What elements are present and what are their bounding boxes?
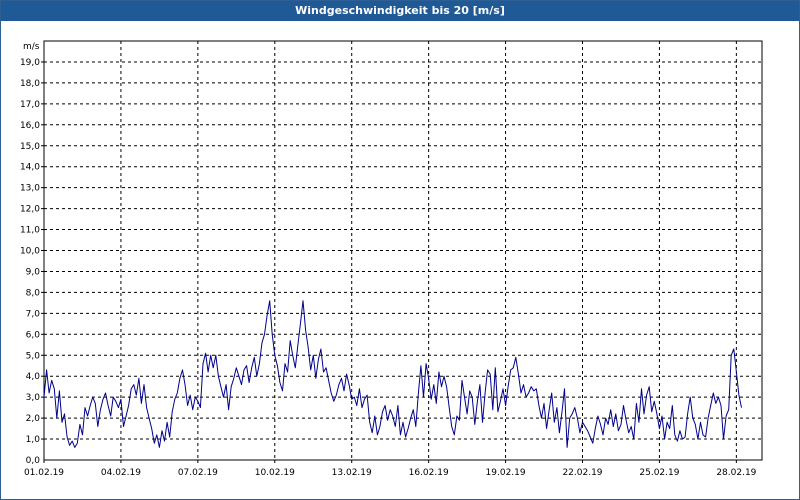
x-tick-label: 07.02.19: [178, 468, 218, 478]
x-tick-label: 19.02.19: [486, 468, 526, 478]
y-tick-label: 9,0: [26, 267, 41, 277]
x-tick-label: 16.02.19: [409, 468, 449, 478]
y-tick-label: 0,0: [26, 456, 41, 466]
y-tick-label: 17,0: [20, 100, 40, 110]
chart-window: Windgeschwindigkeit bis 20 [m/s] 1,0 2,0 3…: [0, 0, 800, 500]
y-tick-label: 7,0: [26, 309, 41, 319]
plot-area: [43, 40, 763, 461]
y-tick-label: 19,0: [20, 58, 40, 68]
y-tick-label: 13,0: [20, 184, 40, 194]
y-tick-label: 3,0: [26, 393, 41, 403]
wind-speed-chart: 1,0 2,0 3,0 4,0 5,0 6,0 7,0 8,0 9,0 10,0 11,0 12,0 1…: [20, 40, 763, 478]
x-tick-label: 04.02.19: [101, 468, 141, 478]
y-tick-label: 15,0: [20, 142, 40, 152]
y-tick-label: 8,0: [26, 288, 41, 298]
x-axis: 01.02.19 04.02.19 07.02.19 10.02.19 13.02.19…: [24, 460, 757, 478]
x-tick-label: 10.02.19: [255, 468, 295, 478]
x-tick-label: 25.02.19: [639, 468, 679, 478]
x-tick-label: 13.02.19: [332, 468, 372, 478]
x-tick-label: 01.02.19: [24, 468, 64, 478]
window-title: Windgeschwindigkeit bis 20 [m/s]: [1, 1, 799, 21]
y-tick-label: 12,0: [20, 205, 40, 215]
y-axis-unit-label: m/s: [23, 42, 40, 52]
y-tick-label: 2,0: [26, 414, 41, 424]
y-tick-label: 5,0: [26, 351, 41, 361]
y-tick-label: 14,0: [20, 163, 40, 173]
y-axis: 1,0 2,0 3,0 4,0 5,0 6,0 7,0 8,0 9,0 10,0 11,0 12,0 1…: [20, 58, 44, 466]
y-tick-label: 10,0: [20, 247, 40, 257]
x-tick-label: 22.02.19: [562, 468, 602, 478]
y-tick-label: 18,0: [20, 79, 40, 89]
y-tick-label: 1,0: [26, 435, 41, 445]
y-tick-label: 6,0: [26, 330, 41, 340]
x-tick-label: 28.02.19: [716, 468, 756, 478]
y-tick-label: 4,0: [26, 372, 41, 382]
y-tick-label: 11,0: [20, 226, 40, 236]
y-tick-label: 16,0: [20, 121, 40, 131]
